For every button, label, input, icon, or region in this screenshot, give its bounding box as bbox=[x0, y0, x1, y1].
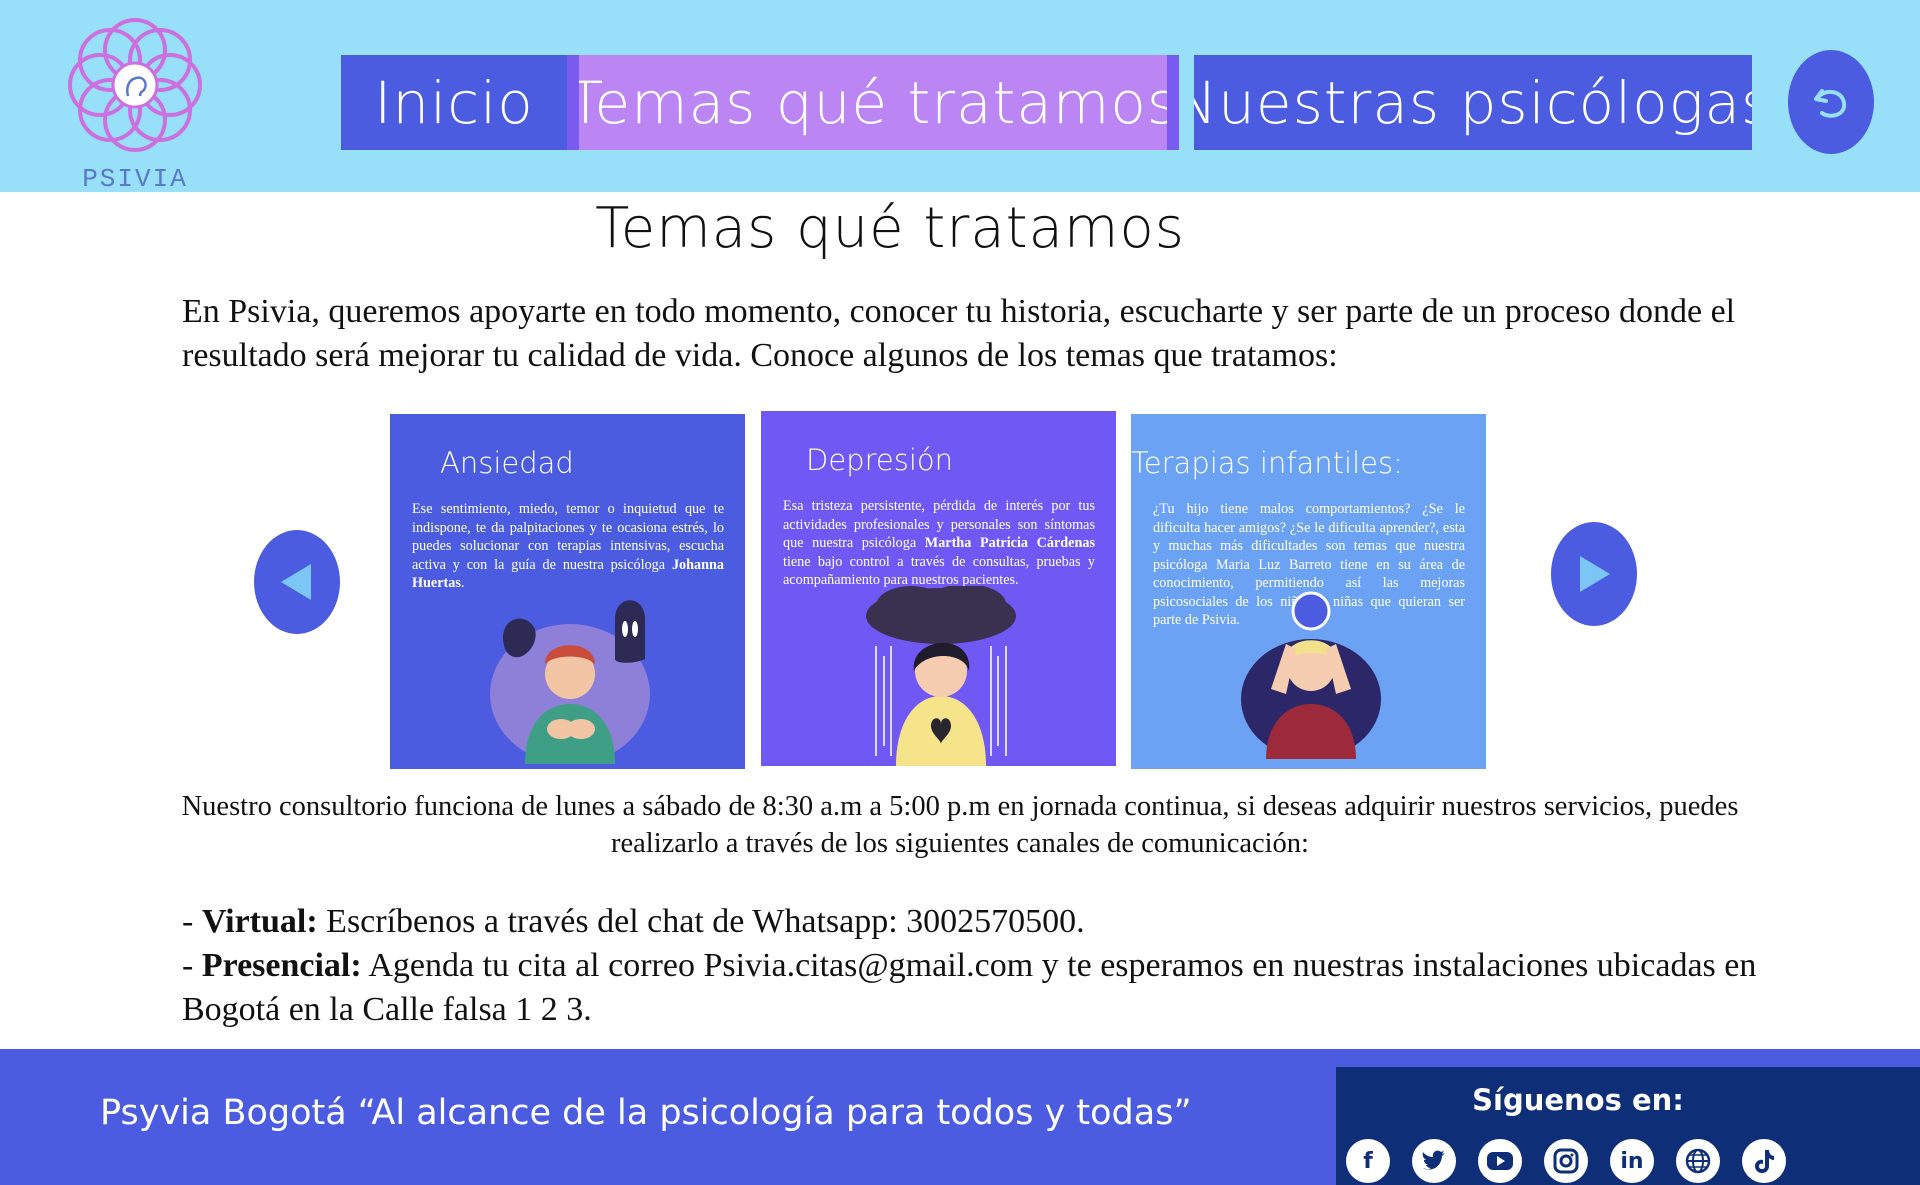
child-therapy-illustration bbox=[1241, 591, 1381, 759]
card-title: Terapias infantiles: bbox=[1131, 446, 1403, 480]
topic-card-depresion[interactable]: Depresión Esa tristeza persistente, pérd… bbox=[761, 411, 1116, 766]
card-text: Ese sentimiento, miedo, temor o inquietu… bbox=[412, 501, 724, 591]
contact-presencial: - Presencial: Agenda tu cita al correo P… bbox=[182, 947, 1757, 1028]
youtube-icon[interactable] bbox=[1478, 1139, 1522, 1183]
play-right-icon bbox=[1580, 556, 1610, 592]
back-button[interactable] bbox=[1788, 50, 1874, 154]
contact-virtual: - Virtual: Escríbenos a través del chat … bbox=[182, 903, 1085, 940]
carousel-prev-button[interactable] bbox=[254, 530, 340, 634]
carousel-next-button[interactable] bbox=[1551, 522, 1637, 626]
topic-card-ansiedad[interactable]: Ansiedad Ese sentimiento, miedo, temor o… bbox=[390, 414, 745, 769]
nav-nuestras-psicologas[interactable]: Nuestras psicólogas bbox=[1194, 55, 1752, 150]
logo-text: PSIVIA bbox=[82, 164, 188, 194]
schedule-text: Nuestro consultorio funciona de lunes a … bbox=[181, 791, 1739, 859]
logo[interactable]: PSIVIA bbox=[60, 12, 210, 194]
tiktok-icon[interactable] bbox=[1742, 1139, 1786, 1183]
linkedin-icon[interactable]: in bbox=[1610, 1139, 1654, 1183]
topic-card-terapias-infantiles[interactable]: Terapias infantiles: ¿Tu hijo tiene malo… bbox=[1131, 414, 1486, 769]
contact-info: - Virtual: Escríbenos a través del chat … bbox=[182, 900, 1802, 1032]
nav-temas-que-tratamos[interactable]: Temas qué tratamos bbox=[567, 55, 1179, 150]
depression-illustration bbox=[866, 586, 1016, 766]
card-title: Depresión bbox=[806, 443, 953, 477]
intro-paragraph: En Psivia, queremos apoyarte en todo mom… bbox=[182, 293, 1736, 374]
footer-slogan: Psyvia Bogotá “Al alcance de la psicolog… bbox=[100, 1093, 1192, 1133]
instagram-icon[interactable] bbox=[1544, 1139, 1588, 1183]
footer: Psyvia Bogotá “Al alcance de la psicolog… bbox=[0, 1049, 1920, 1185]
header: PSIVIA Inicio Temas qué tratamos Nuestra… bbox=[0, 0, 1920, 194]
page-title: Temas qué tratamos bbox=[595, 196, 1185, 261]
globe-icon[interactable] bbox=[1676, 1139, 1720, 1183]
flower-logo-icon bbox=[68, 18, 202, 152]
play-left-icon bbox=[281, 564, 311, 600]
card-title: Ansiedad bbox=[440, 446, 574, 480]
twitter-icon[interactable] bbox=[1412, 1139, 1456, 1183]
social-title: Síguenos en: bbox=[1472, 1083, 1684, 1117]
social-icons: f in bbox=[1346, 1139, 1786, 1183]
nav-inicio[interactable]: Inicio bbox=[341, 55, 567, 150]
card-text: Esa tristeza persistente, pérdida de int… bbox=[783, 498, 1095, 588]
social-section: Síguenos en: f in bbox=[1336, 1067, 1920, 1185]
back-arrow-icon bbox=[1814, 89, 1847, 118]
anxiety-illustration bbox=[490, 600, 650, 764]
facebook-icon[interactable]: f bbox=[1346, 1139, 1390, 1183]
